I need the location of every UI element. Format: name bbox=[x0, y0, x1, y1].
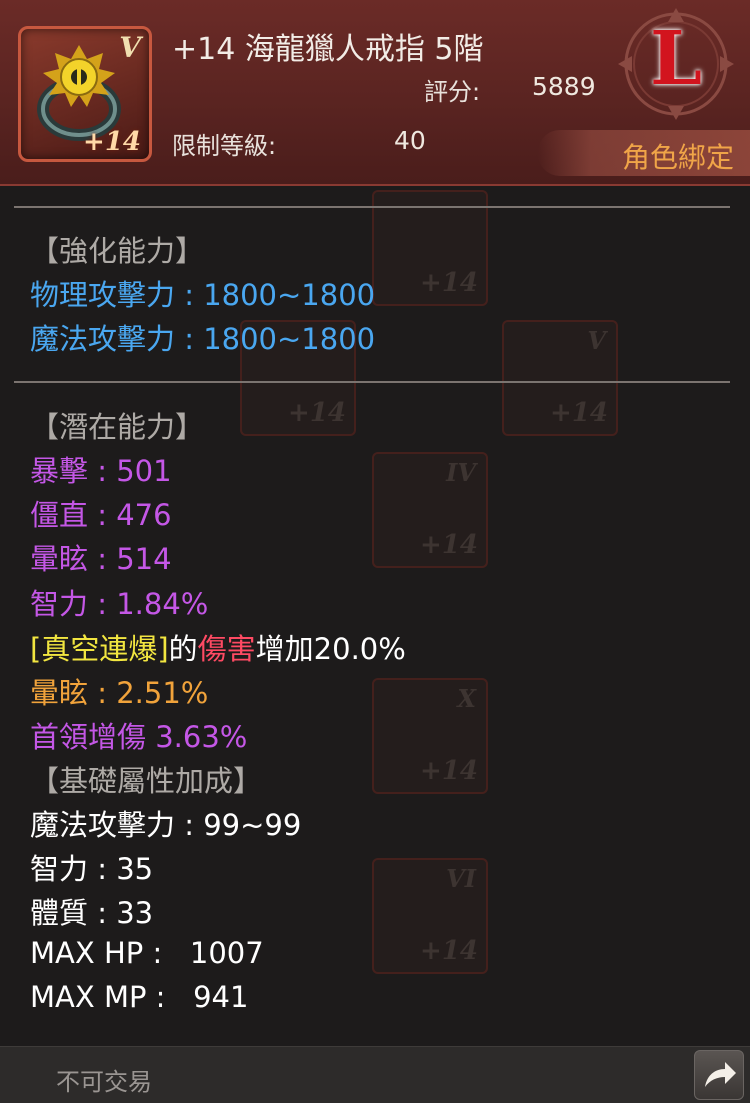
background-slot: IV +14 bbox=[372, 452, 488, 568]
level-requirement-value: 40 bbox=[394, 126, 426, 155]
potential-stat-stagger: 僵直 : 476 bbox=[30, 498, 172, 532]
skill-increase: 增加20.0% bbox=[255, 632, 406, 666]
enhance-heading: 【強化能力】 bbox=[30, 234, 205, 268]
background-slot: X +14 bbox=[372, 678, 488, 794]
potential-stat-boss-damage: 首領增傷 3.63% bbox=[30, 720, 248, 754]
base-stat-vit: 體質 : 33 bbox=[30, 896, 154, 930]
trade-status: 不可交易 bbox=[56, 1068, 152, 1096]
base-stat-magic-attack: 魔法攻擊力 : 99~99 bbox=[30, 808, 302, 842]
bind-status: 角色綁定 bbox=[622, 141, 735, 174]
enhance-stat-magic-attack: 魔法攻擊力 : 1800~1800 bbox=[30, 322, 376, 356]
background-slot: V +14 bbox=[502, 320, 618, 436]
potential-stat-crit: 暴擊 : 501 bbox=[30, 454, 172, 488]
potential-heading: 【潛在能力】 bbox=[30, 410, 205, 444]
background-slot: VI +14 bbox=[372, 858, 488, 974]
score-value: 5889 bbox=[532, 72, 596, 101]
item-enhance-level: +14 bbox=[83, 127, 141, 157]
base-heading: 【基礎屬性加成】 bbox=[30, 764, 263, 798]
skill-damage-word: 傷害 bbox=[197, 632, 256, 666]
skill-connector: 的 bbox=[168, 632, 198, 666]
enhance-stat-physical-attack: 物理攻擊力 : 1800~1800 bbox=[30, 278, 376, 312]
level-requirement-label: 限制等級: bbox=[172, 132, 277, 160]
share-arrow-icon bbox=[705, 1062, 736, 1087]
divider bbox=[14, 381, 730, 383]
potential-skill-bonus: [真空連爆]的傷害增加20.0% bbox=[30, 626, 406, 668]
skill-name: [真空連爆] bbox=[30, 632, 169, 666]
base-stat-max-mp: MAX MP : 941 bbox=[30, 980, 249, 1014]
item-icon-frame[interactable]: V +14 bbox=[18, 26, 152, 162]
item-title: +14 海龍獵人戒指 5階 bbox=[172, 32, 484, 67]
base-stat-max-hp: MAX HP : 1007 bbox=[30, 936, 264, 970]
potential-stat-int: 智力 : 1.84% bbox=[30, 587, 209, 621]
potential-stat-stun: 暈眩 : 514 bbox=[30, 542, 172, 576]
base-stat-int: 智力 : 35 bbox=[30, 852, 154, 886]
potential-stat-stun-percent: 暈眩 : 2.51% bbox=[30, 676, 209, 710]
score-label: 評分: bbox=[424, 78, 481, 106]
share-button[interactable] bbox=[694, 1050, 744, 1100]
divider bbox=[14, 206, 730, 208]
item-tier: V bbox=[119, 31, 141, 64]
rank-letter: L bbox=[650, 16, 703, 102]
